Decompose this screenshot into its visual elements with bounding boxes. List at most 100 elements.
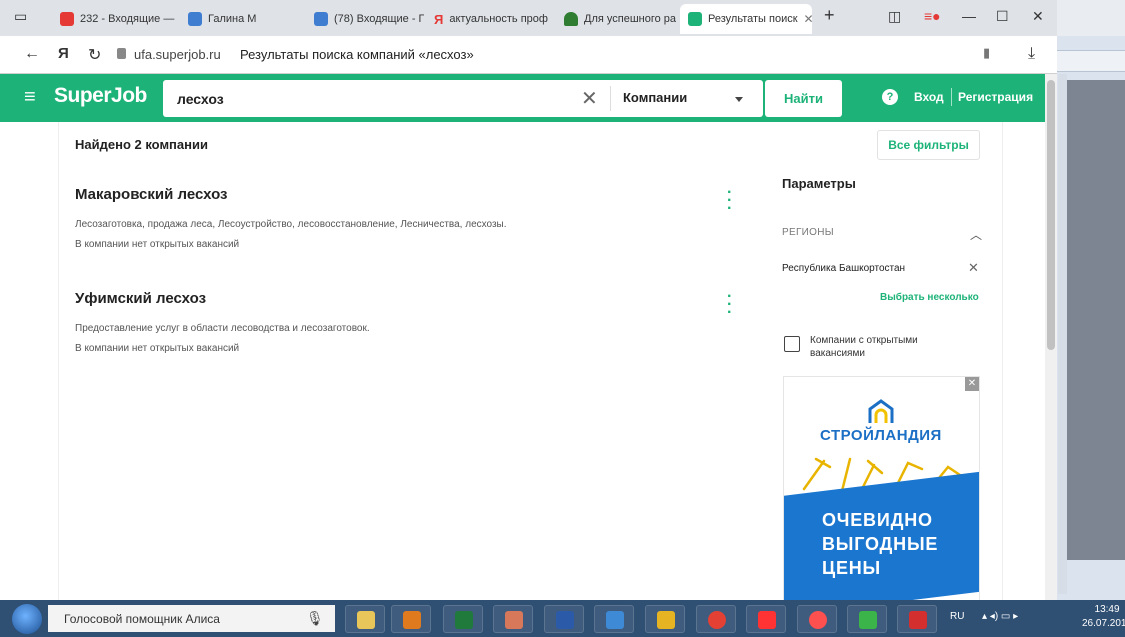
company-vacancies: В компании нет открытых вакансий xyxy=(75,239,240,250)
back-icon[interactable]: ← xyxy=(24,45,40,63)
clock-date: 26.07.2019 xyxy=(1082,618,1125,629)
app-taskbar-button[interactable] xyxy=(493,605,533,633)
ad-brand: СТРОЙЛАНДИЯ xyxy=(820,427,942,444)
results-panel: Найдено 2 компании Все фильтры Макаровск… xyxy=(58,122,1003,600)
new-tab-button[interactable]: + xyxy=(824,5,835,26)
register-link[interactable]: Регистрация xyxy=(958,90,1033,104)
alice-label: Голосовой помощник Алиса xyxy=(64,612,220,626)
clear-search-icon[interactable]: ✕ xyxy=(581,86,598,111)
house-logo-icon xyxy=(868,399,894,423)
tab-label: Для успешного ра xyxy=(584,13,676,25)
company-vacancies: В компании нет открытых вакансий xyxy=(75,343,240,354)
site-header: ≡ SuperJob ✕ Компании Найти ? Вход Регис… xyxy=(0,74,1045,122)
category-select[interactable]: Компании xyxy=(623,90,687,105)
ad-slogan-line: ОЧЕВИДНО xyxy=(822,510,933,530)
ad-slogan: ОЧЕВИДНО ВЫГОДНЫЕ ЦЕНЫ xyxy=(822,508,938,580)
lock-icon xyxy=(117,48,126,59)
sidebar-toggle-icon[interactable]: ▭ xyxy=(14,8,27,25)
check-icon xyxy=(688,12,702,26)
open-vacancies-checkbox[interactable] xyxy=(784,336,800,352)
office-scrollbar[interactable] xyxy=(1058,74,1067,594)
mail-icon xyxy=(60,12,74,26)
regions-label: РЕГИОНЫ xyxy=(782,227,834,238)
url-host[interactable]: ufa.superjob.ru xyxy=(134,47,221,62)
menu-icon[interactable]: ≡ xyxy=(24,86,36,109)
company-name[interactable]: Уфимский лесхоз xyxy=(75,290,755,307)
company-description: Предоставление услуг в области лесоводст… xyxy=(75,323,370,334)
superjob-logo[interactable]: SuperJob xyxy=(54,84,147,108)
office-ribbon xyxy=(1057,50,1125,72)
browser-tab[interactable]: Для успешного ра xyxy=(556,4,676,34)
minimize-icon[interactable]: — xyxy=(962,8,976,24)
windows-taskbar: Голосовой помощник Алиса 🎙 RU ▴ ◂) ▭ ▸ 1… xyxy=(0,600,1125,637)
yandex-browser-taskbar-button[interactable] xyxy=(797,605,837,633)
search-box: ✕ Компании xyxy=(163,80,763,117)
ad-slogan-line: ЦЕНЫ xyxy=(822,558,881,578)
start-button[interactable] xyxy=(12,604,42,634)
tray-icons[interactable]: ▴ ◂) ▭ ▸ xyxy=(982,611,1018,622)
chevron-up-icon[interactable]: ︿ xyxy=(970,226,982,243)
more-options-icon[interactable]: · · · xyxy=(727,289,732,321)
explorer-taskbar-button[interactable] xyxy=(345,605,385,633)
params-title: Параметры xyxy=(782,176,856,191)
search-input[interactable] xyxy=(177,80,577,117)
close-window-icon[interactable]: ✕ xyxy=(1032,8,1044,25)
reload-icon[interactable]: ↻ xyxy=(88,45,101,65)
chevron-down-icon[interactable] xyxy=(735,97,743,102)
advertisement-banner[interactable]: ✕ СТРОЙЛАНДИЯ ОЧЕВИДНО ВЫГОДНЫЕ ЦЕНЫ xyxy=(783,376,980,600)
url-page-title[interactable]: Результаты поиска компаний «лесхоз» xyxy=(240,47,474,62)
page-scrollbar[interactable] xyxy=(1045,74,1057,600)
tree-icon xyxy=(564,12,578,26)
notifications-icon[interactable]: ≡● xyxy=(924,8,941,24)
close-ad-icon[interactable]: ✕ xyxy=(965,377,979,391)
music-taskbar-button[interactable] xyxy=(645,605,685,633)
excel-taskbar-button[interactable] xyxy=(443,605,483,633)
results-count: Найдено 2 компании xyxy=(75,137,208,152)
browser-tab[interactable]: Галина М xyxy=(180,4,296,34)
media-taskbar-button[interactable] xyxy=(391,605,431,633)
word-taskbar-button[interactable] xyxy=(544,605,584,633)
find-button[interactable]: Найти xyxy=(765,80,842,117)
browser-tab[interactable]: Я актуальность проф xyxy=(426,4,550,34)
close-tab-icon[interactable]: ✕ xyxy=(804,12,812,26)
tab-label: Результаты поиск xyxy=(708,13,798,25)
download-icon[interactable]: ⤓ xyxy=(1028,45,1035,63)
page-scrollbar-thumb[interactable] xyxy=(1047,80,1055,350)
office-title-bar xyxy=(1057,0,1125,36)
region-selected: Республика Башкортостан xyxy=(782,263,906,274)
maximize-icon[interactable]: ☐ xyxy=(996,8,1009,25)
clock-time: 13:49 xyxy=(1094,604,1120,615)
microphone-icon[interactable]: 🎙 xyxy=(306,610,324,627)
open-vacancies-label[interactable]: Компании с открытыми вакансиями xyxy=(810,334,960,360)
search-divider xyxy=(610,86,611,111)
yandex-taskbar-button[interactable] xyxy=(746,605,786,633)
more-options-icon[interactable]: · · · xyxy=(727,185,732,217)
superjob-page: ≡ SuperJob ✕ Компании Найти ? Вход Регис… xyxy=(0,74,1057,600)
help-icon[interactable]: ? xyxy=(882,89,898,105)
company-card: Уфимский лесхоз Предоставление услуг в о… xyxy=(75,290,755,354)
chrome-taskbar-button[interactable] xyxy=(696,605,736,633)
all-filters-button[interactable]: Все фильтры xyxy=(877,130,980,160)
company-name[interactable]: Макаровский лесхоз xyxy=(75,186,755,203)
tab-label: Галина М xyxy=(208,13,257,25)
remove-region-icon[interactable]: ✕ xyxy=(968,260,979,276)
login-link[interactable]: Вход xyxy=(914,90,944,104)
bookmark-icon[interactable]: ▮ xyxy=(983,45,990,61)
clock[interactable]: 13:49 26.07.2019 xyxy=(1082,603,1125,631)
background-office-window xyxy=(1057,0,1125,600)
mail-taskbar-button[interactable] xyxy=(594,605,634,633)
yandex-home-icon[interactable]: Я xyxy=(58,45,69,62)
yandex-icon: Я xyxy=(434,11,444,27)
browser-tab[interactable]: 232 - Входящие — xyxy=(52,4,178,34)
tab-label: 232 - Входящие — xyxy=(80,13,175,25)
app-taskbar-button[interactable] xyxy=(847,605,887,633)
browser-tab[interactable]: (78) Входящие - По xyxy=(306,4,424,34)
collections-icon[interactable]: ◫ xyxy=(888,8,901,25)
browser-tab-active[interactable]: Результаты поиск ✕ xyxy=(680,4,812,34)
language-indicator[interactable]: RU xyxy=(950,611,964,622)
company-description: Лесозаготовка, продажа леса, Лесоустройс… xyxy=(75,219,507,230)
pdf-taskbar-button[interactable] xyxy=(897,605,937,633)
select-several-link[interactable]: Выбрать несколько xyxy=(880,292,979,303)
header-divider xyxy=(951,88,952,106)
alice-search-box[interactable]: Голосовой помощник Алиса 🎙 xyxy=(48,605,335,632)
